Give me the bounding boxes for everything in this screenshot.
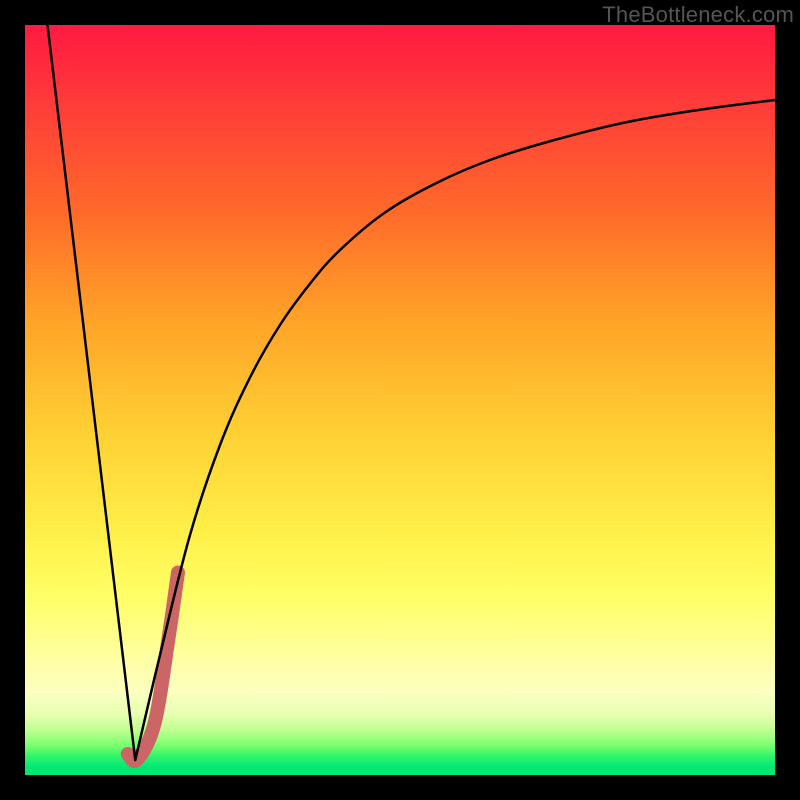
right-branch-path xyxy=(135,100,775,760)
left-branch-path xyxy=(48,25,136,760)
watermark-label: TheBottleneck.com xyxy=(602,2,794,28)
chart-frame: TheBottleneck.com xyxy=(0,0,800,800)
chart-svg xyxy=(25,25,775,775)
highlight-path xyxy=(128,573,178,761)
chart-plot-area xyxy=(25,25,775,775)
